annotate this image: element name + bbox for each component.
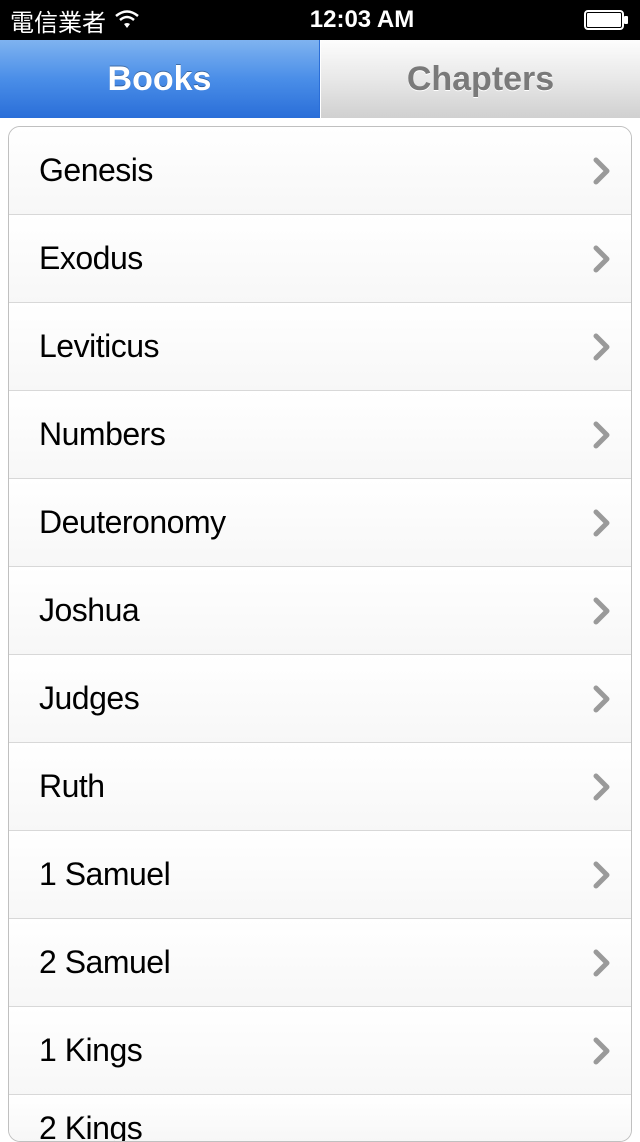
book-label: 1 Kings (39, 1032, 142, 1069)
list-item[interactable]: Numbers (9, 391, 631, 479)
book-label: Leviticus (39, 328, 159, 365)
tab-books-label: Books (108, 60, 212, 99)
book-label: Numbers (39, 416, 165, 453)
status-bar: 電信業者 12:03 AM (0, 0, 640, 40)
book-label: Deuteronomy (39, 504, 226, 541)
list-item[interactable]: Deuteronomy (9, 479, 631, 567)
list-item[interactable]: Ruth (9, 743, 631, 831)
chevron-right-icon (593, 1037, 611, 1065)
chevron-right-icon (593, 685, 611, 713)
list-item[interactable]: Joshua (9, 567, 631, 655)
list-item[interactable]: Genesis (9, 127, 631, 215)
book-label: Ruth (39, 768, 105, 805)
carrier-label: 電信業者 (10, 3, 106, 38)
chevron-right-icon (593, 949, 611, 977)
tab-bar: Books Chapters (0, 40, 640, 118)
chevron-right-icon (593, 333, 611, 361)
book-label: 1 Samuel (39, 856, 170, 893)
list-item[interactable]: 1 Samuel (9, 831, 631, 919)
tab-chapters-label: Chapters (407, 60, 554, 99)
tab-chapters[interactable]: Chapters (320, 40, 640, 118)
chevron-right-icon (593, 773, 611, 801)
list-item[interactable]: 1 Kings (9, 1007, 631, 1095)
chevron-right-icon (593, 509, 611, 537)
tab-books[interactable]: Books (0, 40, 320, 118)
status-right (584, 10, 630, 30)
book-label: 2 Kings (39, 1110, 142, 1142)
list-item[interactable]: Judges (9, 655, 631, 743)
status-left: 電信業者 (10, 3, 140, 38)
chevron-right-icon (593, 421, 611, 449)
wifi-icon (114, 10, 140, 30)
list-item[interactable]: 2 Kings (9, 1095, 631, 1141)
chevron-right-icon (593, 245, 611, 273)
book-label: Exodus (39, 240, 143, 277)
book-label: Joshua (39, 592, 139, 629)
list-item[interactable]: Leviticus (9, 303, 631, 391)
list-item[interactable]: Exodus (9, 215, 631, 303)
book-label: Judges (39, 680, 139, 717)
chevron-right-icon (593, 597, 611, 625)
book-label: Genesis (39, 152, 153, 189)
chevron-right-icon (593, 157, 611, 185)
chevron-right-icon (593, 861, 611, 889)
list-item[interactable]: 2 Samuel (9, 919, 631, 1007)
books-list[interactable]: Genesis Exodus Leviticus Numbers Deutero… (8, 126, 632, 1142)
battery-icon (584, 10, 630, 30)
status-time: 12:03 AM (310, 6, 414, 34)
book-label: 2 Samuel (39, 944, 170, 981)
